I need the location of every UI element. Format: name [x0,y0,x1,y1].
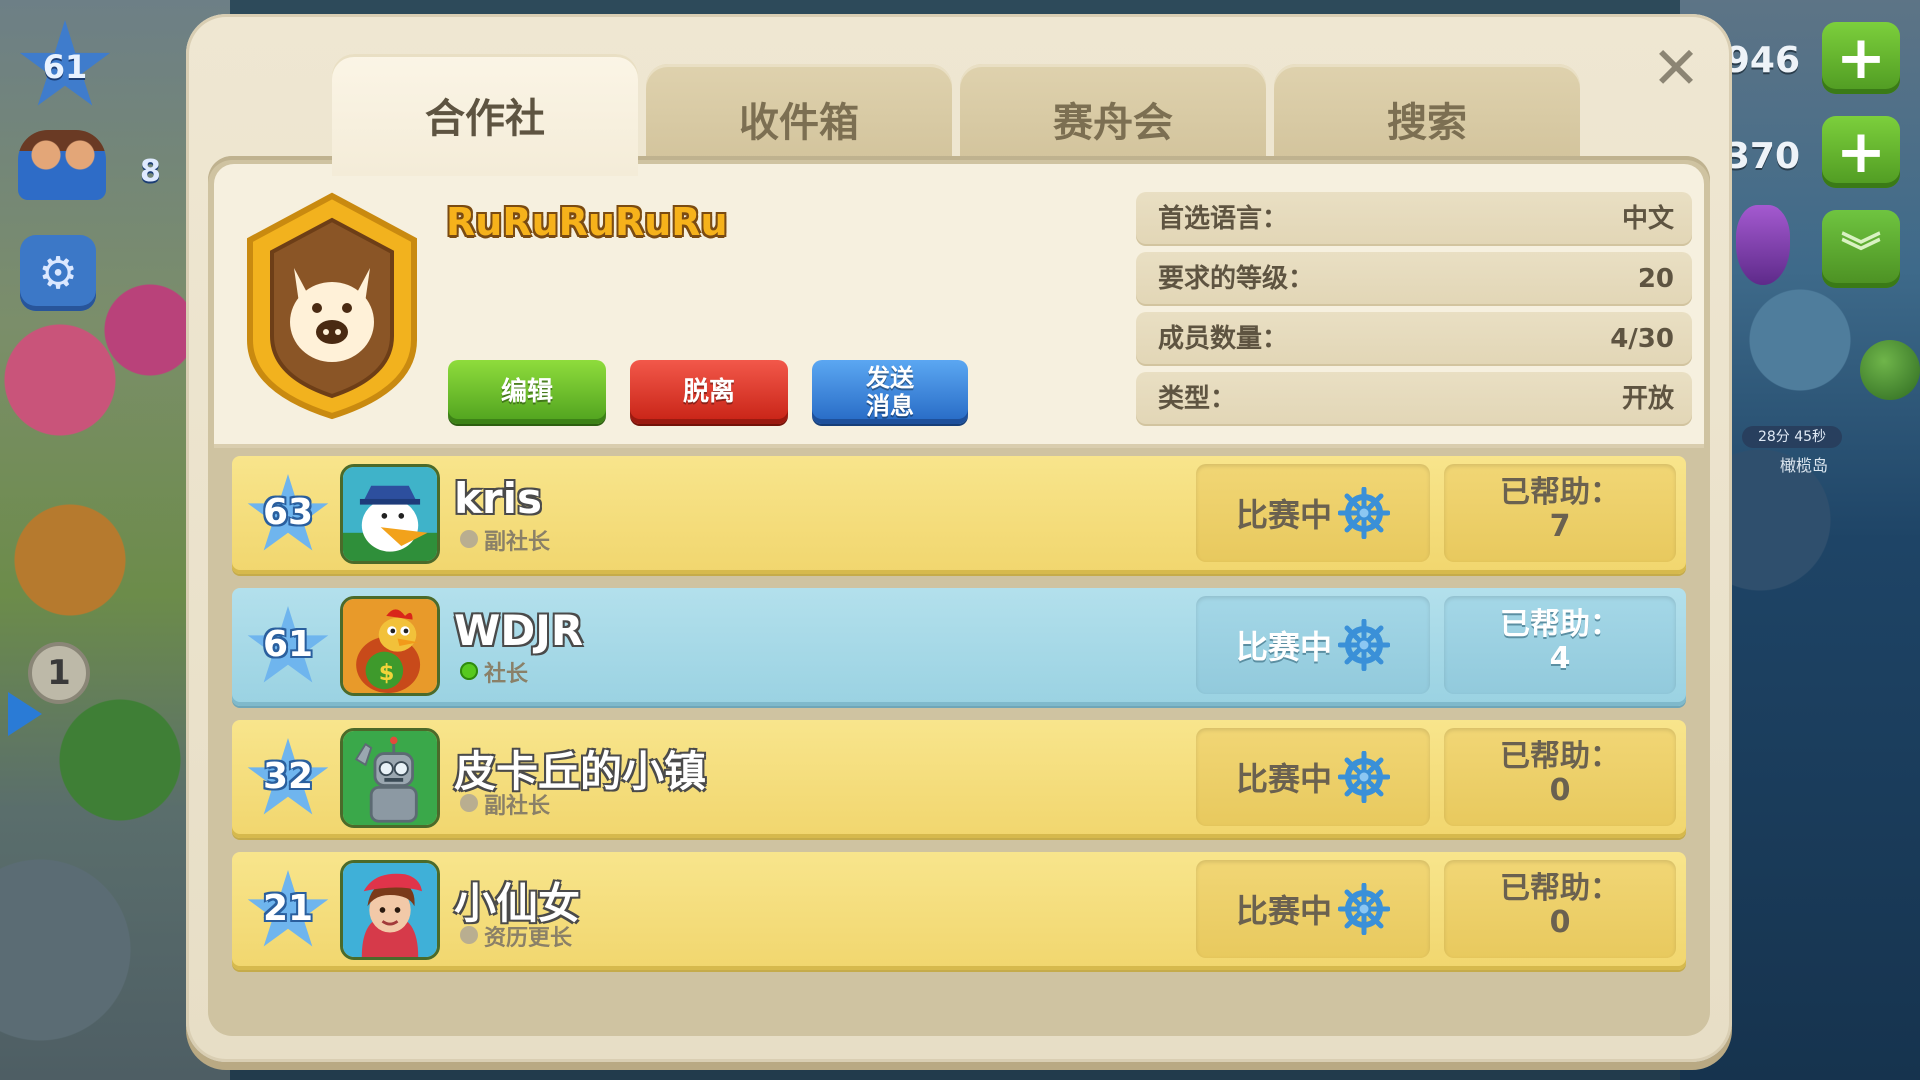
member-row[interactable]: 63 kris 副社长 比赛中 已帮助： 7 [232,456,1686,574]
tab-coop[interactable]: 合作社 [332,54,638,176]
info-value: 中文 [1621,204,1674,234]
info-row-language: 首选语言： 中文 [1136,192,1692,246]
member-level: 32 [262,756,314,797]
info-label: 要求的等级： [1158,264,1315,294]
helped-value: 4 [1549,641,1571,676]
member-name[interactable]: kris [454,474,542,523]
ship-wheel-icon [1338,883,1390,935]
chevron-down-icon[interactable]: ︾ [1822,210,1900,288]
player-level: 61 [42,48,88,86]
send-message-button[interactable]: 发送 消息 [812,360,968,424]
edit-button[interactable]: 编辑 [448,360,606,424]
member-role: 社长 [484,662,529,687]
member-row[interactable]: 32 皮卡丘的小镇 副社长 比赛中 已帮助： 0 [232,720,1686,838]
helped-value: 0 [1549,905,1571,940]
member-list: 63 kris 副社长 比赛中 已帮助： 7 61 $ WDJR 社长 比赛中 … [232,456,1686,984]
info-value: 20 [1637,264,1674,294]
member-role: 副社长 [484,794,551,819]
coins-count: 946 [1724,40,1800,81]
island-timer: 28分 45秒 [1742,426,1842,448]
expand-arrow-icon[interactable] [8,692,42,736]
send-message-label-line1: 发送 [866,364,914,392]
pelican-avatar-icon [340,464,440,564]
cash-count: 370 [1724,136,1800,177]
robot-avatar-icon [340,728,440,828]
status-dot [460,794,478,812]
info-label: 类型： [1158,384,1237,414]
helped-value: 7 [1549,509,1571,544]
helped-value: 0 [1549,773,1571,808]
online-status-dot [460,662,478,680]
member-level: 21 [262,888,314,929]
helped-label: 已帮助： [1500,739,1620,774]
island-label: 橄榄岛 [1779,456,1828,475]
info-row-member-count: 成员数量： 4/30 [1136,312,1692,366]
helped-count-box: 已帮助： 7 [1444,464,1676,562]
regatta-status: 比赛中 [1196,596,1430,694]
status-dot [460,926,478,944]
member-level: 61 [262,624,314,665]
rooster-avatar-icon: $ [340,596,440,696]
status-text: 比赛中 [1235,892,1332,930]
gem-icon [1736,205,1790,285]
info-value: 开放 [1621,384,1674,414]
member-role: 副社长 [484,530,551,555]
leave-button[interactable]: 脱离 [630,360,788,424]
info-row-required-level: 要求的等级： 20 [1136,252,1692,306]
regatta-status: 比赛中 [1196,860,1430,958]
coop-header: RuRuRuRuRu 编辑 脱离 发送 消息 首选语言： 中文 要求的等级： 20… [214,164,1704,448]
info-value: 4/30 [1610,324,1674,354]
helped-count-box: 已帮助： 4 [1444,596,1676,694]
status-text: 比赛中 [1235,628,1332,666]
close-icon[interactable]: ✕ [1644,36,1708,100]
helped-count-box: 已帮助： 0 [1444,860,1676,958]
helped-count-box: 已帮助： 0 [1444,728,1676,826]
status-text: 比赛中 [1235,496,1332,534]
melon-icon[interactable] [1860,340,1920,400]
member-role: 资历更长 [484,926,573,951]
ship-wheel-icon [1338,487,1390,539]
helped-label: 已帮助： [1500,607,1620,642]
population-count: 8 [140,154,161,189]
regatta-status: 比赛中 [1196,728,1430,826]
coop-name: RuRuRuRuRu [446,200,728,244]
ship-wheel-icon [1338,751,1390,803]
status-text: 比赛中 [1235,760,1332,798]
member-row-self[interactable]: 61 $ WDJR 社长 比赛中 已帮助： 4 [232,588,1686,706]
ship-wheel-icon [1338,619,1390,671]
send-message-label-line2: 消息 [866,392,914,420]
status-dot [460,530,478,548]
member-level: 63 [262,492,314,533]
add-coins-button[interactable]: + [1822,22,1900,94]
member-row[interactable]: 21 小仙女 资历更长 比赛中 已帮助： 0 [232,852,1686,970]
add-cash-button[interactable]: + [1822,116,1900,188]
helped-label: 已帮助： [1500,871,1620,906]
regatta-status: 比赛中 [1196,464,1430,562]
settings-gear-icon[interactable]: ⚙ [20,235,96,311]
girl-avatar-icon [340,860,440,960]
svg-text:$: $ [379,660,395,686]
population-icon[interactable] [18,130,106,200]
info-label: 成员数量： [1158,324,1289,354]
info-row-type: 类型： 开放 [1136,372,1692,426]
info-label: 首选语言： [1158,204,1289,234]
coop-dialog: ✕ 合作社 收件箱 赛舟会 搜索 RuRuRuRuRu 编辑 脱离 发送消息 [186,14,1732,1062]
helped-label: 已帮助： [1500,475,1620,510]
coop-emblem-pig-icon [247,192,417,420]
coop-panel: RuRuRuRuRu 编辑 脱离 发送 消息 首选语言： 中文 要求的等级： 20… [208,156,1710,1036]
member-name[interactable]: WDJR [454,606,583,655]
